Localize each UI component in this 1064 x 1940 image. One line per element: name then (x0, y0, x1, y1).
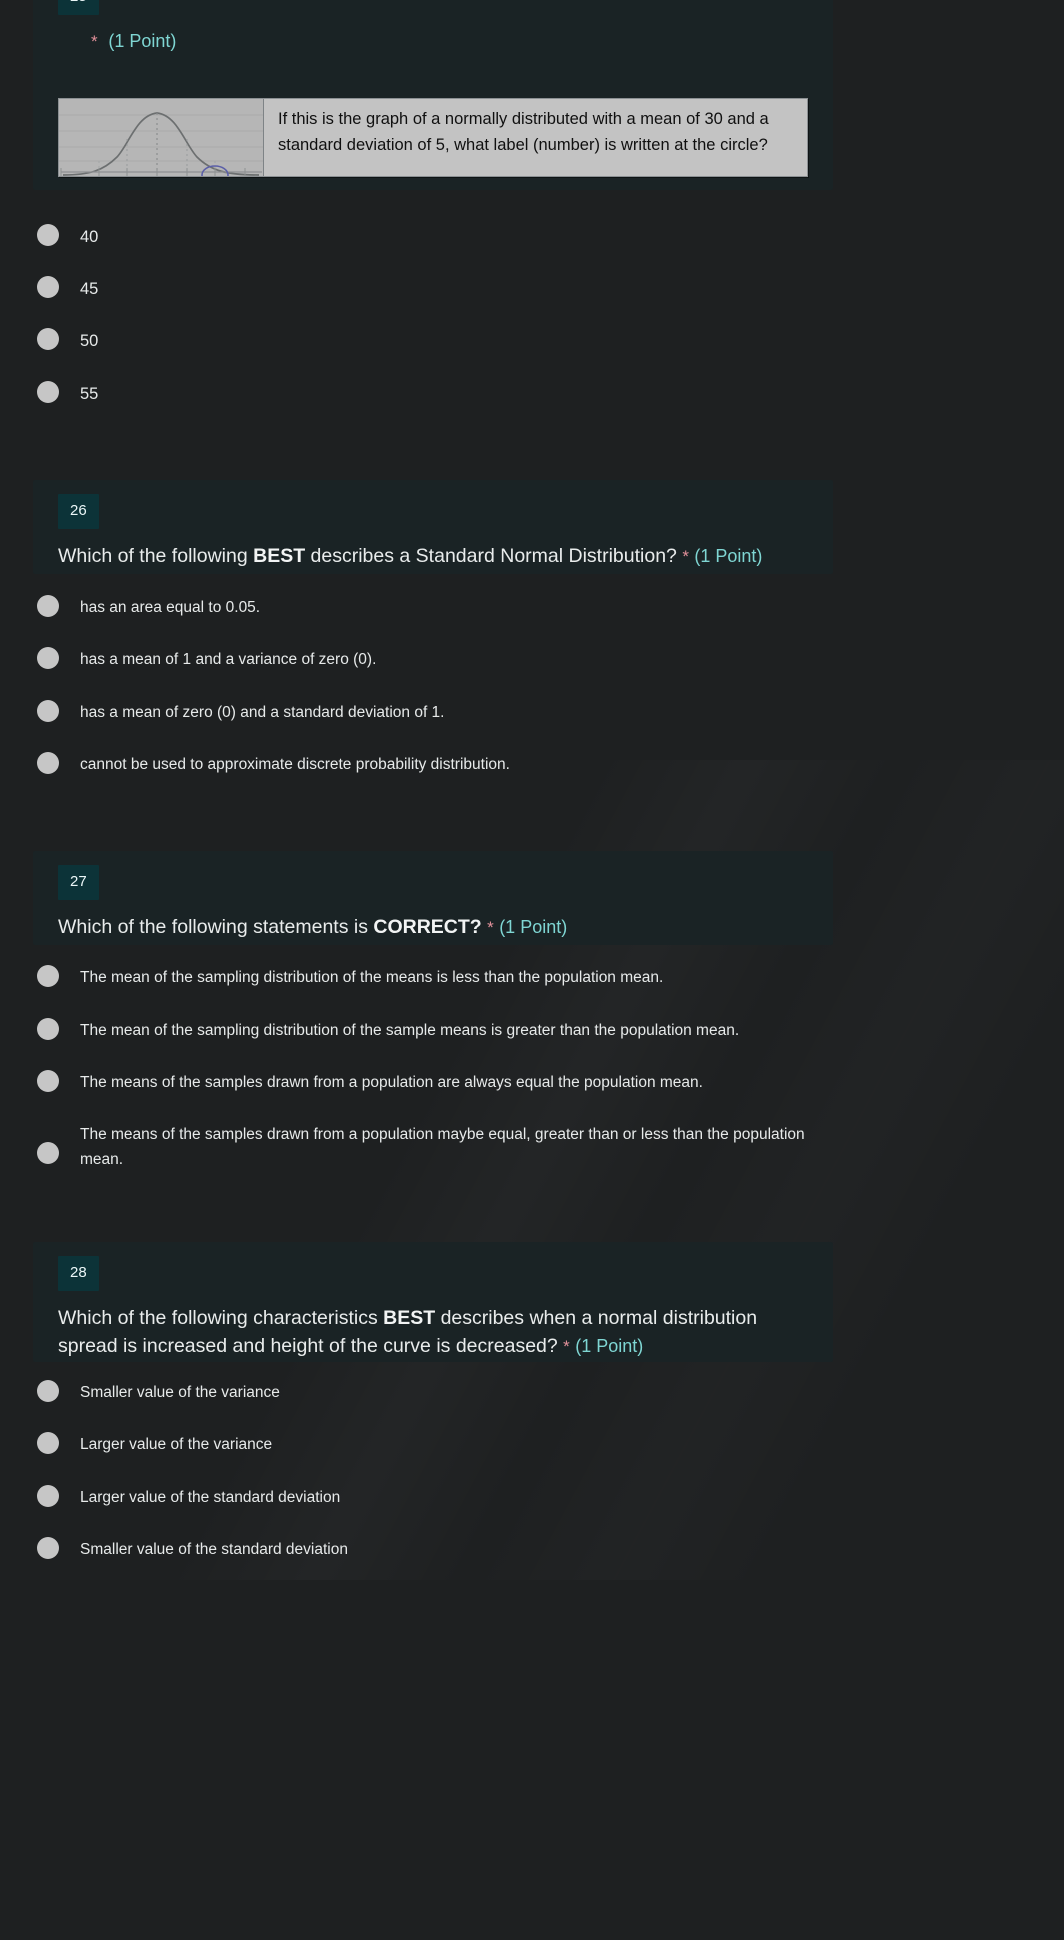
question-number-badge: 26 (58, 494, 99, 529)
radio-icon[interactable] (37, 1485, 59, 1507)
quiz-page: 25 * (1 Point) (0, 0, 1064, 1940)
option-row[interactable]: The mean of the sampling distribution of… (37, 1017, 1017, 1043)
question-text: Which of the following characteristics B… (33, 1291, 793, 1382)
radio-icon[interactable] (37, 1537, 59, 1559)
option-label: Smaller value of the variance (80, 1384, 280, 1401)
radio-icon[interactable] (37, 595, 59, 617)
option-row[interactable]: has a mean of zero (0) and a standard de… (37, 699, 1017, 725)
points-label: (1 Point) (499, 917, 568, 937)
option-label: 50 (80, 332, 99, 350)
question-number-badge: 25 (58, 0, 99, 15)
option-label: 55 (80, 385, 99, 403)
required-asterisk: * (563, 1336, 570, 1356)
points-label: (1 Point) (575, 1335, 644, 1356)
question-card-27: 27 Which of the following statements is … (33, 851, 833, 945)
radio-icon[interactable] (37, 1142, 59, 1165)
points-label: (1 Point) (694, 546, 763, 566)
required-asterisk: * (682, 547, 689, 566)
question-text: Which of the following statements is COR… (33, 900, 833, 964)
required-asterisk: * (487, 918, 494, 937)
option-row[interactable]: has an area equal to 0.05. (37, 594, 1017, 620)
option-label: 40 (80, 228, 99, 246)
option-row[interactable]: Smaller value of the variance (37, 1379, 1017, 1405)
option-row[interactable]: Smaller value of the standard deviation (37, 1536, 1017, 1562)
option-label: 45 (80, 280, 99, 298)
question-number-badge: 28 (58, 1256, 99, 1291)
question-required-line: * (1 Point) (33, 15, 833, 52)
option-label: The mean of the sampling distribution of… (80, 1022, 740, 1039)
normal-distribution-curve-icon (59, 99, 264, 176)
option-row[interactable]: The mean of the sampling distribution of… (37, 964, 1017, 990)
question-number-badge: 27 (58, 865, 99, 900)
option-label: cannot be used to approximate discrete p… (80, 756, 510, 773)
question-text-emphasis: BEST (383, 1307, 436, 1329)
option-row[interactable]: The means of the samples drawn from a po… (37, 1121, 1017, 1172)
radio-icon[interactable] (37, 224, 59, 246)
question-text-part: Which of the following statements is (58, 916, 374, 938)
option-row[interactable]: Larger value of the standard deviation (37, 1484, 1017, 1510)
radio-icon[interactable] (37, 1380, 59, 1402)
question-text-emphasis: CORRECT? (373, 916, 482, 938)
option-row[interactable]: 55 (37, 380, 1017, 408)
option-label: has a mean of 1 and a variance of zero (… (80, 651, 377, 668)
points-label: (1 Point) (108, 31, 177, 51)
radio-icon[interactable] (37, 381, 59, 403)
question-text-part: describes a Standard Normal Distribution… (305, 545, 677, 567)
option-row[interactable]: has a mean of 1 and a variance of zero (… (37, 646, 1017, 672)
option-row[interactable]: 50 (37, 327, 1017, 355)
radio-icon[interactable] (37, 276, 59, 298)
question-text-emphasis: BEST (253, 545, 306, 567)
radio-icon[interactable] (37, 1432, 59, 1454)
question-text-part: Which of the following (58, 545, 254, 567)
radio-icon[interactable] (37, 1070, 59, 1092)
option-row[interactable]: cannot be used to approximate discrete p… (37, 751, 1017, 777)
option-row[interactable]: 45 (37, 275, 1017, 303)
option-label: The mean of the sampling distribution of… (80, 969, 664, 986)
option-row[interactable]: 40 (37, 223, 1017, 251)
required-asterisk: * (91, 32, 98, 51)
option-label: The means of the samples drawn from a po… (80, 1074, 703, 1091)
option-label: Larger value of the standard deviation (80, 1489, 341, 1506)
question-card-26: 26 Which of the following BEST describes… (33, 480, 833, 574)
radio-icon[interactable] (37, 1018, 59, 1040)
option-row[interactable]: The means of the samples drawn from a po… (37, 1069, 1017, 1095)
option-label: has a mean of zero (0) and a standard de… (80, 704, 445, 721)
question-image-25: If this is the graph of a normally distr… (58, 98, 808, 177)
question-image-caption: If this is the graph of a normally distr… (264, 99, 807, 176)
option-label: has an area equal to 0.05. (80, 599, 261, 616)
question-text-part: Which of the following characteristics (58, 1307, 384, 1329)
radio-icon[interactable] (37, 965, 59, 987)
radio-icon[interactable] (37, 328, 59, 350)
radio-icon[interactable] (37, 752, 59, 774)
question-card-28: 28 Which of the following characteristic… (33, 1242, 833, 1362)
question-text: Which of the following BEST describes a … (33, 529, 833, 593)
option-label: Smaller value of the standard deviation (80, 1541, 348, 1558)
option-label: Larger value of the variance (80, 1436, 273, 1453)
option-label: The means of the samples drawn from a po… (80, 1126, 805, 1169)
radio-icon[interactable] (37, 700, 59, 722)
radio-icon[interactable] (37, 647, 59, 669)
option-row[interactable]: Larger value of the variance (37, 1431, 1017, 1457)
